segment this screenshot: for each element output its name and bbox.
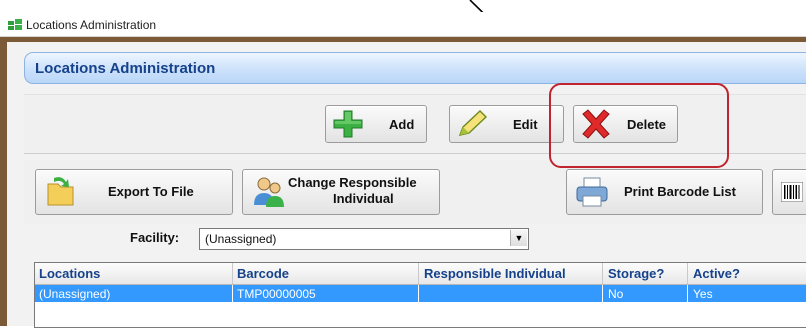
edit-button[interactable]: Edit — [449, 105, 564, 143]
green-plus-icon — [333, 110, 363, 138]
column-header-active[interactable]: Active? — [693, 266, 740, 281]
grid-header: Locations Barcode Responsible Individual… — [35, 263, 806, 285]
panel-header: Locations Administration — [24, 52, 806, 84]
delete-highlight-callout — [549, 83, 729, 168]
cell-location: (Unassigned) — [39, 287, 111, 301]
export-to-file-label: Export To File — [108, 184, 194, 199]
column-header-responsible[interactable]: Responsible Individual — [424, 266, 566, 281]
barcode-icon — [781, 182, 803, 202]
print-barcode-list-label: Print Barcode List — [624, 184, 736, 199]
edit-button-label: Edit — [513, 117, 538, 132]
cell-divider — [418, 285, 419, 302]
column-header-storage[interactable]: Storage? — [608, 266, 664, 281]
cell-divider — [232, 285, 233, 302]
column-header-locations[interactable]: Locations — [39, 266, 100, 281]
barcode-button[interactable] — [772, 169, 806, 215]
print-barcode-list-button[interactable]: Print Barcode List — [566, 169, 763, 215]
change-responsible-label-1: Change Responsible — [288, 175, 417, 190]
cell-storage: No — [608, 287, 624, 301]
cell-divider — [687, 285, 688, 302]
cell-active: Yes — [693, 287, 713, 301]
window-titlebar: Locations Administration — [0, 12, 806, 37]
facility-select-value: (Unassigned) — [205, 232, 277, 246]
folder-arrow-icon — [47, 177, 74, 206]
add-button[interactable]: Add — [325, 105, 427, 143]
change-responsible-label-2: Individual — [333, 191, 394, 206]
export-to-file-button[interactable]: Export To File — [35, 169, 233, 215]
printer-icon — [576, 177, 608, 207]
window-title: Locations Administration — [26, 18, 157, 32]
pencil-icon — [458, 110, 488, 136]
action-row: Export To File Change Responsible Indivi… — [24, 160, 806, 224]
cell-barcode: TMP00000005 — [237, 287, 316, 301]
chevron-down-icon[interactable]: ▼ — [510, 230, 527, 246]
table-row[interactable]: (Unassigned) TMP00000005 No Yes — [35, 285, 806, 302]
change-responsible-button[interactable]: Change Responsible Individual — [242, 169, 440, 215]
column-divider[interactable] — [232, 263, 233, 284]
column-header-barcode[interactable]: Barcode — [237, 266, 289, 281]
people-icon — [254, 177, 284, 207]
add-button-label: Add — [389, 117, 415, 132]
app-icon — [8, 19, 22, 30]
cell-divider — [602, 285, 603, 302]
facility-label: Facility: — [130, 230, 180, 245]
column-divider[interactable] — [602, 263, 603, 284]
facility-select[interactable]: (Unassigned) ▼ — [199, 228, 529, 250]
panel-title: Locations Administration — [35, 60, 216, 77]
column-divider[interactable] — [687, 263, 688, 284]
column-divider[interactable] — [418, 263, 419, 284]
